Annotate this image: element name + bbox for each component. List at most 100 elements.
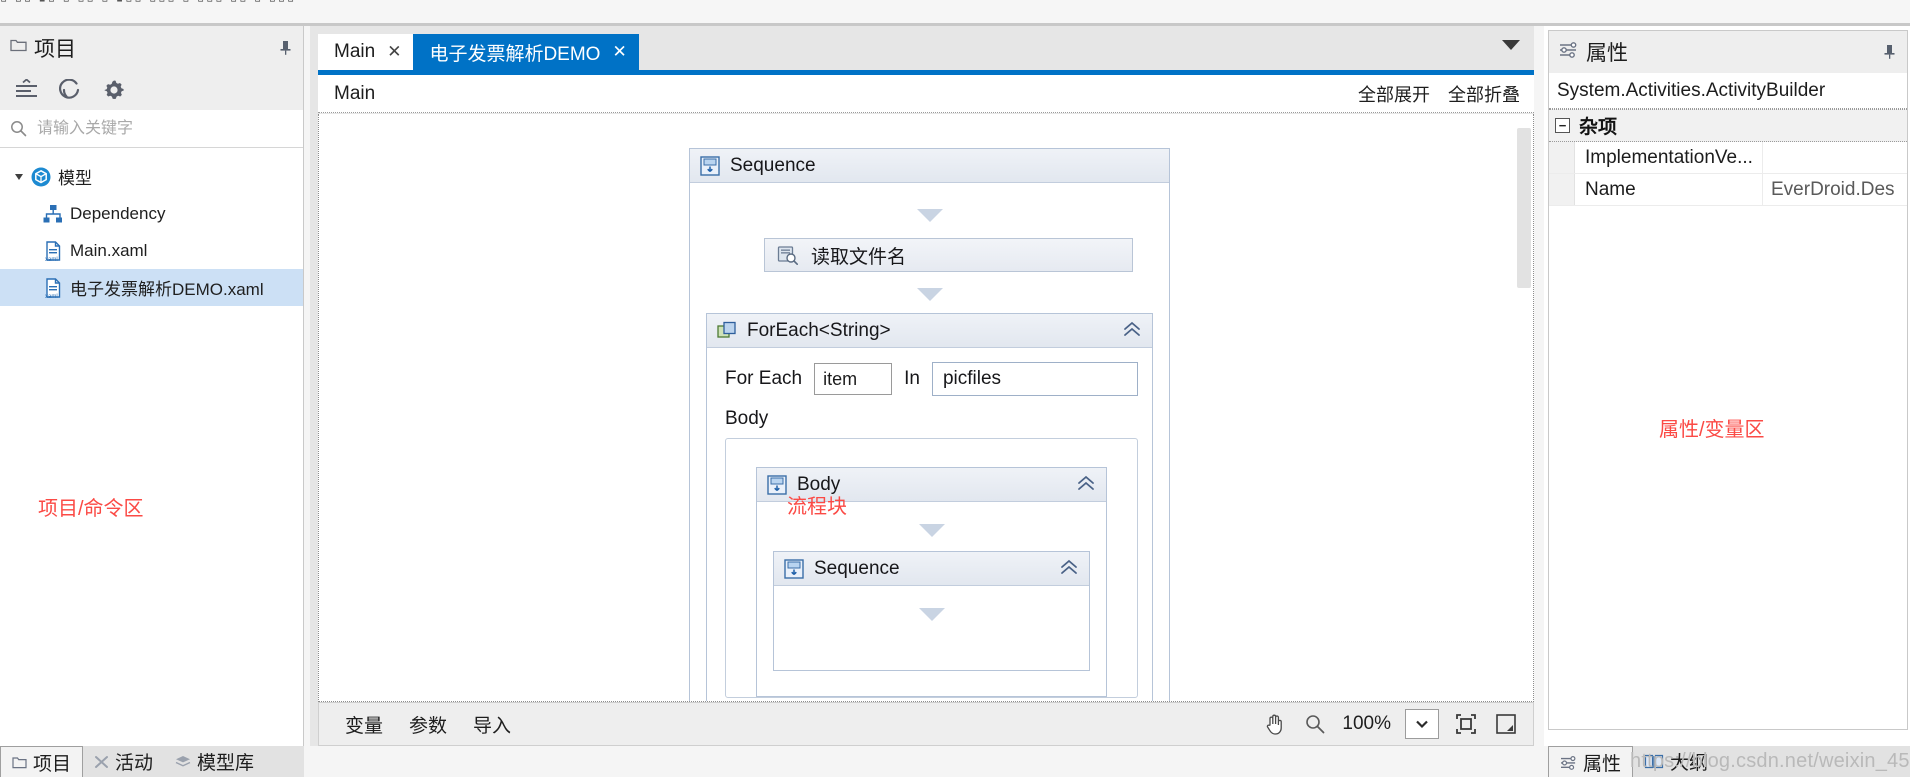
foreach-body-dropzone[interactable]: Body Sequence: [725, 438, 1138, 698]
annotation-project-area: 项目/命令区: [38, 498, 144, 520]
read-file-icon: [777, 245, 799, 265]
designer-panel: Main ✕ 电子发票解析DEMO ✕ Main 全部展开 全部折叠 Seque…: [310, 26, 1534, 746]
settings-gear-icon[interactable]: [102, 78, 126, 102]
annotation-properties-area: 属性/变量区: [1659, 419, 1765, 441]
workflow-canvas[interactable]: Sequence 读取文件名 ForEach<String> For Each …: [318, 114, 1534, 702]
bottom-tab-model-library[interactable]: 模型库: [164, 746, 265, 777]
tree-item-label: Dependency: [70, 203, 166, 223]
sequence-icon: [784, 558, 804, 579]
properties-category-row[interactable]: − 杂项: [1549, 109, 1907, 142]
activity-header[interactable]: ForEach<String>: [707, 314, 1152, 348]
collapse-box-icon[interactable]: −: [1555, 118, 1570, 133]
arrow-down-icon: [916, 288, 943, 301]
bottom-tab-activity[interactable]: 活动: [83, 746, 164, 777]
foreach-variable-input[interactable]: item: [814, 363, 893, 395]
document-tabstrip: Main ✕ 电子发票解析DEMO ✕: [318, 30, 1534, 70]
refresh-icon[interactable]: [59, 79, 83, 101]
properties-panel-title: 属性: [1586, 42, 1628, 65]
xaml-file-icon: xaml: [40, 277, 66, 299]
tree-item-label: Main.xaml: [70, 240, 148, 260]
foreach-icon: [717, 321, 737, 341]
tree-item-dependency[interactable]: Dependency: [0, 195, 303, 232]
activity-read-filename[interactable]: 读取文件名: [764, 238, 1133, 272]
scrollbar-thumb[interactable]: [1517, 128, 1531, 288]
tree-item-model[interactable]: 模型: [0, 158, 303, 195]
magnifier-icon[interactable]: [1302, 711, 1328, 737]
tree-item-demo-xaml[interactable]: xaml 电子发票解析DEMO.xaml: [0, 269, 303, 306]
for-each-label: For Each: [725, 368, 803, 389]
properties-category-label: 杂项: [1579, 117, 1618, 138]
annotation-flow-area: 流程块: [787, 496, 847, 518]
zoom-dropdown[interactable]: [1405, 709, 1439, 739]
tree-item-main-xaml[interactable]: xaml Main.xaml: [0, 232, 303, 269]
tree-item-label: 电子发票解析DEMO.xaml: [70, 280, 264, 299]
canvas-vertical-scrollbar[interactable]: [1517, 122, 1531, 693]
project-panel-toolbar: [0, 70, 303, 110]
bottom-tab-properties[interactable]: 属性: [1548, 746, 1634, 777]
activity-title: ForEach<String>: [747, 319, 891, 341]
expand-all-button[interactable]: 全部展开: [1358, 81, 1430, 107]
activity-inner-sequence[interactable]: Sequence: [773, 551, 1090, 671]
in-label: In: [904, 368, 920, 389]
connector-arrow: [774, 608, 1089, 621]
bottom-tab-project[interactable]: 项目: [0, 746, 84, 777]
bottom-tab-label: 属性: [1583, 753, 1622, 775]
sequence-icon: [767, 474, 787, 495]
activity-sequence-root[interactable]: Sequence 读取文件名 ForEach<String> For Each …: [689, 148, 1170, 701]
ribbon-glyph-row: ▯ ▯▯ ▮▯ ▯ ▯▯ ▯ ▮▯▯ ▯▯▯ ▯ ▯▯▯ ▯▯ ▯ ▯▯▯: [0, 0, 1910, 4]
activity-header[interactable]: Sequence: [690, 149, 1169, 183]
connector-arrow: [690, 288, 1169, 301]
expand-triangle-icon[interactable]: [10, 172, 28, 182]
collapse-all-button[interactable]: 全部折叠: [1448, 81, 1520, 107]
project-panel: 项目 请输入关键字 模型 Dependency xaml Main.xaml x…: [0, 26, 304, 746]
top-ribbon-strip: ▯ ▯▯ ▮▯ ▯ ▯▯ ▯ ▮▯▯ ▯▯▯ ▯ ▯▯▯ ▯▯ ▯ ▯▯▯: [0, 0, 1910, 23]
tab-main[interactable]: Main ✕: [318, 34, 414, 70]
foreach-body-label: Body: [725, 408, 769, 429]
close-icon[interactable]: ✕: [387, 42, 401, 62]
breadcrumb-bar: Main 全部展开 全部折叠: [318, 75, 1534, 113]
project-search-row[interactable]: [0, 110, 303, 148]
property-key: ImplementationVe...: [1575, 142, 1763, 173]
activity-title: 读取文件名: [811, 246, 907, 268]
fit-to-screen-icon[interactable]: [1453, 711, 1479, 737]
activity-icon: [94, 755, 109, 769]
imports-button[interactable]: 导入: [473, 711, 511, 738]
folder-icon: [12, 756, 27, 769]
search-icon: [10, 120, 27, 137]
arrow-down-icon: [918, 524, 945, 537]
tab-demo[interactable]: 电子发票解析DEMO ✕: [413, 34, 639, 70]
pin-icon[interactable]: [1883, 44, 1897, 60]
collapse-chevron-icon[interactable]: [1076, 474, 1096, 495]
properties-panel-header: 属性: [1549, 31, 1907, 73]
close-icon[interactable]: ✕: [612, 42, 626, 62]
connector-arrow: [757, 524, 1106, 537]
application-window: ▯ ▯▯ ▮▯ ▯ ▯▯ ▯ ▮▯▯ ▯▯▯ ▯ ▯▯▯ ▯▯ ▯ ▯▯▯ 项目: [0, 0, 1910, 777]
restore-size-icon[interactable]: [1493, 711, 1519, 737]
collapse-chevron-icon[interactable]: [1122, 320, 1142, 341]
tree-item-label: 模型: [58, 169, 92, 188]
left-bottom-tabbar: 项目 活动 模型库: [0, 746, 304, 777]
project-tree: 模型 Dependency xaml Main.xaml xaml 电子发票解析…: [0, 148, 303, 306]
property-value[interactable]: EverDroid.Des: [1763, 179, 1907, 201]
properties-panel: 属性 System.Activities.ActivityBuilder − 杂…: [1544, 26, 1910, 746]
tab-label: Main: [334, 41, 376, 62]
activity-header[interactable]: Sequence: [774, 552, 1089, 586]
activity-foreach[interactable]: ForEach<String> For Each item In picfile…: [706, 313, 1153, 701]
sequence-icon: [700, 155, 720, 176]
arguments-button[interactable]: 参数: [409, 711, 447, 738]
pin-icon[interactable]: [279, 40, 293, 56]
property-row-implementation-version[interactable]: ImplementationVe...: [1549, 142, 1907, 174]
variables-button[interactable]: 变量: [345, 711, 383, 738]
xaml-file-icon: xaml: [40, 240, 66, 262]
model-cube-icon: [28, 166, 54, 188]
collapse-all-icon[interactable]: [14, 79, 40, 101]
search-input[interactable]: [35, 118, 303, 139]
foreach-collection-input[interactable]: picfiles: [931, 362, 1138, 396]
hand-pan-icon[interactable]: [1262, 711, 1288, 737]
properties-sliders-icon: [1559, 41, 1578, 63]
activity-title: Sequence: [814, 557, 900, 579]
property-row-name[interactable]: Name EverDroid.Des: [1549, 174, 1907, 206]
collapse-chevron-icon[interactable]: [1059, 558, 1079, 579]
breadcrumb[interactable]: Main: [334, 83, 1340, 105]
chevron-down-icon[interactable]: [1502, 40, 1520, 50]
